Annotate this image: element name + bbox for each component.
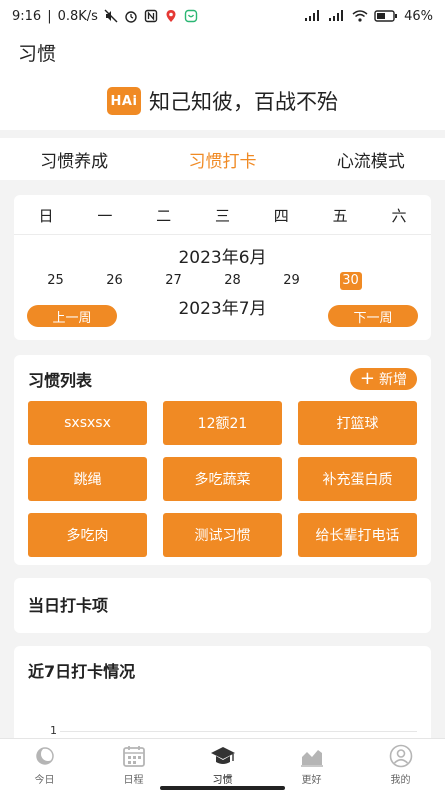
tab-habit-checkin[interactable]: 习惯打卡 (148, 147, 296, 172)
habit-button[interactable]: 跳绳 (28, 457, 147, 501)
weekday-sat: 六 (391, 207, 407, 225)
nav-today-label: 今日 (34, 775, 55, 786)
battery-icon (374, 10, 398, 22)
battery-percent: 46% (404, 8, 433, 24)
status-bar: 9:16 | 0.8K/s 46% (0, 0, 445, 32)
nav-habit-label: 习惯 (212, 775, 233, 786)
habit-button[interactable]: 补充蛋白质 (298, 457, 417, 501)
day-cell-selected[interactable]: 30 (321, 272, 380, 290)
day-row: 25 26 27 28 29 30 (14, 272, 431, 290)
nav-mine[interactable]: 我的 (356, 739, 445, 795)
alarm-icon (125, 11, 137, 23)
habit-button[interactable]: 多吃蔬菜 (163, 457, 282, 501)
wifi-icon (352, 10, 368, 22)
nfc-icon (144, 9, 158, 23)
network-speed: 0.8K/s (57, 8, 98, 24)
week-stats-title: 近7日打卡情况 (28, 662, 136, 681)
habit-button[interactable]: 12额21 (163, 401, 282, 445)
habit-button[interactable]: sxsxsx (28, 401, 147, 445)
weekday-thu: 四 (273, 207, 289, 225)
habit-button[interactable]: 测试习惯 (163, 513, 282, 557)
page-title: 习惯 (18, 42, 57, 65)
moon-icon (35, 747, 55, 765)
habit-grid: sxsxsx 12额21 打篮球 跳绳 多吃蔬菜 补充蛋白质 多吃肉 测试习惯 … (14, 391, 431, 557)
tab-habit-building[interactable]: 习惯养成 (0, 147, 148, 172)
signal-icon (305, 10, 320, 21)
y-axis-tick: 1 (50, 724, 57, 737)
user-icon (389, 744, 412, 768)
tab-bar: 习惯养成 习惯打卡 心流模式 (0, 138, 445, 180)
today-checkin-card: 当日打卡项 (14, 578, 431, 633)
day-cell[interactable]: 29 (262, 272, 321, 290)
next-week-button[interactable]: 下一周 (328, 305, 418, 327)
trend-chart-icon (300, 750, 323, 767)
graduation-cap-icon (210, 747, 235, 764)
nav-better-label: 更好 (301, 775, 322, 786)
today-checkin-title: 当日打卡项 (28, 596, 109, 615)
nav-today[interactable]: 今日 (0, 739, 89, 795)
location-icon (166, 10, 176, 22)
day-cell[interactable]: 25 (26, 272, 85, 290)
month-label-june: 2023年6月 (178, 248, 267, 268)
signal-2-icon (329, 10, 344, 21)
weekday-wed: 三 (214, 207, 230, 225)
week-calendar: 日 一 二 三 四 五 六 2023年6月 25 26 27 28 29 30 … (14, 195, 431, 340)
weekday-mon: 一 (97, 207, 113, 225)
status-time: 9:16 (12, 8, 42, 24)
chart-gridline (60, 731, 417, 732)
add-habit-label: 新增 (379, 372, 407, 388)
app-notification-icon (184, 9, 198, 23)
hai-logo: HAi (107, 87, 141, 115)
tab-flow-mode[interactable]: 心流模式 (297, 147, 445, 172)
home-indicator[interactable] (160, 786, 285, 790)
nav-mine-label: 我的 (390, 775, 411, 786)
day-cell[interactable]: 27 (144, 272, 203, 290)
slogan-bar: HAi 知己知彼，百战不殆 (0, 72, 445, 130)
habit-list-card: 习惯列表 + 新增 sxsxsx 12额21 打篮球 跳绳 多吃蔬菜 补充蛋白质… (14, 355, 431, 565)
habit-button[interactable]: 打篮球 (298, 401, 417, 445)
slogan-text: 知己知彼，百战不殆 (149, 90, 338, 114)
weekday-tue: 二 (156, 207, 172, 225)
app-header: 习惯 (0, 32, 445, 72)
divider (14, 234, 431, 235)
day-cell[interactable]: 28 (203, 272, 262, 290)
mute-icon (104, 9, 118, 23)
plus-icon: + (359, 368, 375, 389)
habit-list-title: 习惯列表 (28, 371, 93, 390)
prev-week-button[interactable]: 上一周 (27, 305, 117, 327)
calendar-icon (122, 746, 145, 767)
day-cell[interactable]: 26 (85, 272, 144, 290)
nav-schedule-label: 日程 (123, 775, 144, 786)
weekday-fri: 五 (332, 207, 348, 225)
weekday-header: 日 一 二 三 四 五 六 (14, 195, 431, 226)
habit-button[interactable]: 给长辈打电话 (298, 513, 417, 557)
habit-button[interactable]: 多吃肉 (28, 513, 147, 557)
weekday-sun: 日 (38, 207, 54, 225)
add-habit-button[interactable]: + 新增 (349, 368, 417, 390)
